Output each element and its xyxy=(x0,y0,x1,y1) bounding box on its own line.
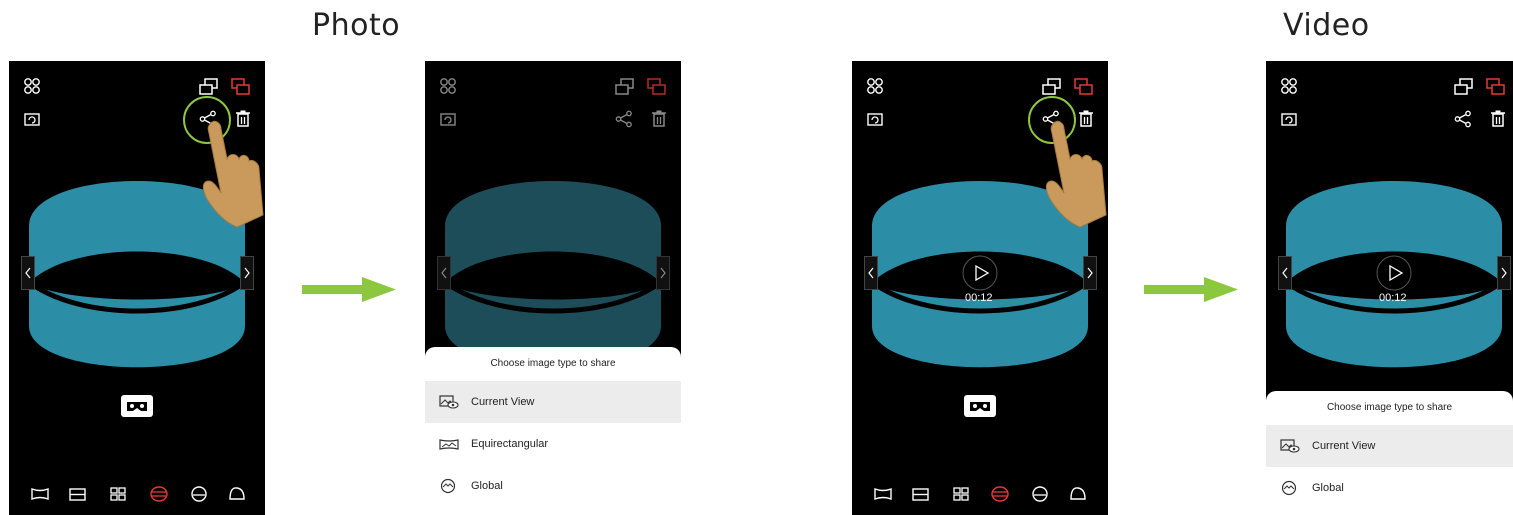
pointing-hand-icon xyxy=(202,120,264,228)
share-icon[interactable] xyxy=(1454,110,1472,128)
next-arrow[interactable] xyxy=(1083,256,1097,290)
play-icon[interactable] xyxy=(1376,255,1412,291)
screen-mirror-icon[interactable] xyxy=(1042,78,1062,96)
transition-arrow-photo xyxy=(302,277,396,302)
share-icon[interactable] xyxy=(615,110,633,128)
red-screen-icon[interactable] xyxy=(647,78,667,96)
option-current-view[interactable]: Current View xyxy=(425,381,681,423)
next-arrow[interactable] xyxy=(1497,256,1511,290)
pointing-hand-icon xyxy=(1045,120,1107,228)
rotate-icon[interactable] xyxy=(866,111,884,127)
option-label: Current View xyxy=(471,396,535,408)
global-icon xyxy=(440,478,456,494)
red-screen-icon[interactable] xyxy=(1486,78,1506,96)
video-viewer-screen: 00:12 xyxy=(852,61,1108,515)
rotate-icon[interactable] xyxy=(23,111,41,127)
prev-arrow[interactable] xyxy=(21,256,35,290)
play-icon[interactable] xyxy=(962,255,998,291)
video-time: 00:12 xyxy=(965,292,993,304)
grid-circles-icon[interactable] xyxy=(23,77,41,95)
grid-circles-icon[interactable] xyxy=(866,77,884,95)
trash-icon[interactable] xyxy=(651,110,667,128)
rotate-icon[interactable] xyxy=(439,111,457,127)
option-equirectangular[interactable]: Equirectangular xyxy=(425,423,681,465)
photo-section-title: Photo xyxy=(312,8,401,43)
option-label: Equirectangular xyxy=(471,438,549,450)
photo-viewer-screen xyxy=(9,61,265,515)
option-label: Global xyxy=(471,480,503,492)
current-view-icon xyxy=(1280,439,1300,453)
view-mode-bar[interactable] xyxy=(9,485,265,503)
view-mode-bar[interactable] xyxy=(852,485,1108,503)
video-share-screen: 00:12 Choose image type to share Current… xyxy=(1266,61,1513,515)
grid-circles-icon[interactable] xyxy=(1280,77,1298,95)
prev-arrow[interactable] xyxy=(864,256,878,290)
video-time: 00:12 xyxy=(1379,292,1407,304)
red-screen-icon[interactable] xyxy=(1074,78,1094,96)
option-global[interactable]: Global xyxy=(1266,467,1513,509)
option-label: Global xyxy=(1312,482,1344,494)
trash-icon[interactable] xyxy=(1490,110,1506,128)
option-global[interactable]: Global xyxy=(425,465,681,507)
sheet-title: Choose image type to share xyxy=(1326,402,1453,413)
prev-arrow[interactable] xyxy=(437,256,451,290)
sheet-title: Choose image type to share xyxy=(490,358,616,369)
option-label: Current View xyxy=(1312,440,1376,452)
current-view-icon xyxy=(439,395,459,409)
global-icon xyxy=(1281,480,1297,496)
equirectangular-icon xyxy=(439,439,459,450)
vr-glasses-icon[interactable] xyxy=(964,395,996,417)
grid-circles-icon[interactable] xyxy=(439,77,457,95)
screen-mirror-icon[interactable] xyxy=(1454,78,1474,96)
red-screen-icon[interactable] xyxy=(231,78,251,96)
transition-arrow-video xyxy=(1144,277,1238,302)
photo-share-screen: Choose image type to share Current View … xyxy=(425,61,681,515)
option-current-view[interactable]: Current View xyxy=(1266,425,1513,467)
rotate-icon[interactable] xyxy=(1280,111,1298,127)
share-type-sheet: Choose image type to share Current View … xyxy=(1266,391,1513,515)
prev-arrow[interactable] xyxy=(1278,256,1292,290)
share-type-sheet: Choose image type to share Current View … xyxy=(425,347,681,515)
vr-glasses-icon[interactable] xyxy=(121,395,153,417)
next-arrow[interactable] xyxy=(240,256,254,290)
screen-mirror-icon[interactable] xyxy=(615,78,635,96)
video-section-title: Video xyxy=(1283,8,1370,43)
next-arrow[interactable] xyxy=(656,256,670,290)
screen-mirror-icon[interactable] xyxy=(199,78,219,96)
